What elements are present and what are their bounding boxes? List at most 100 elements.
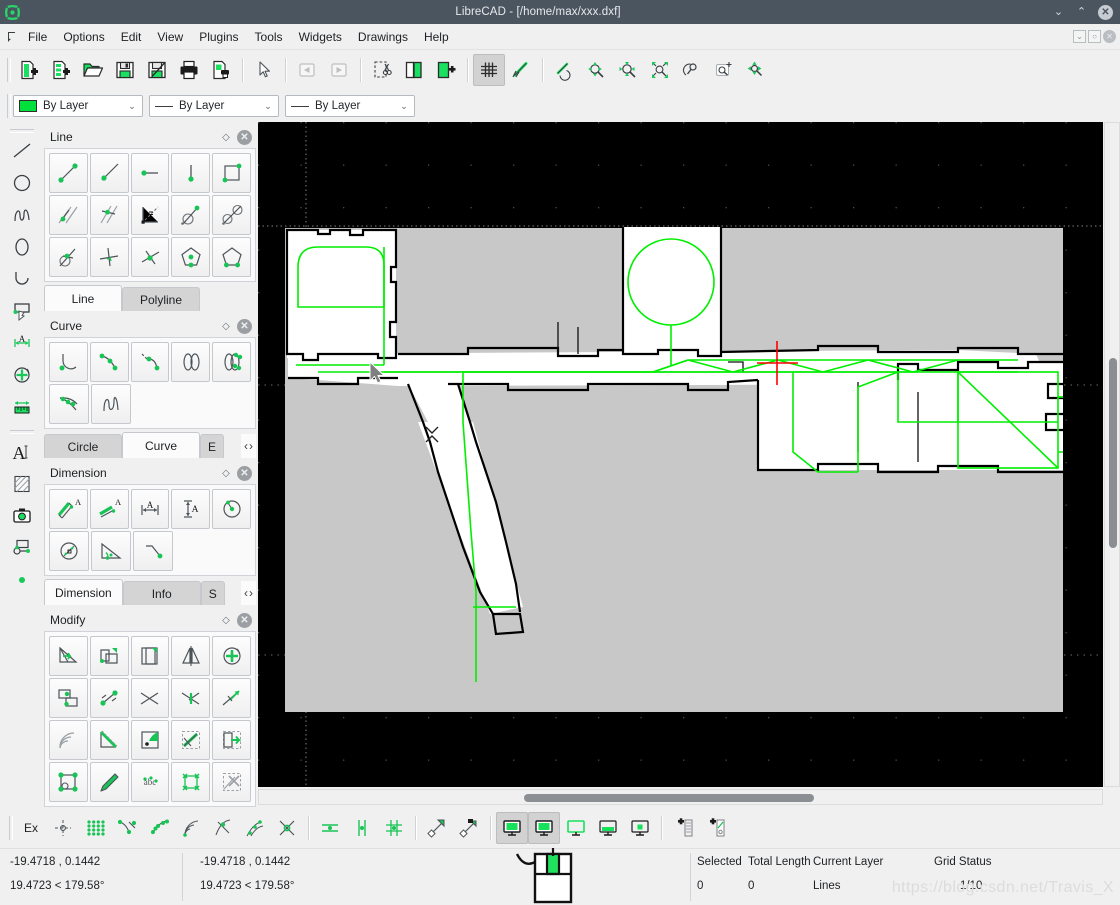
tab-polyline[interactable]: Polyline [122,287,200,311]
tab-nav-next-icon[interactable]: › [249,586,253,600]
dim-leader-icon[interactable] [133,531,173,571]
copy-button[interactable] [398,54,430,86]
snap-extension-button[interactable]: Ex [15,812,47,844]
zoom-pan-button[interactable] [740,54,772,86]
new-file-button[interactable] [13,54,45,86]
open-file-button[interactable] [77,54,109,86]
modify-pen-icon[interactable] [89,762,129,802]
chevron-down-icon[interactable]: ⌄ [396,101,412,112]
modify-block-points-icon[interactable] [171,762,211,802]
snap-endpoint-icon[interactable] [111,812,143,844]
float-diamond-icon[interactable]: ◇ [218,465,234,481]
close-icon[interactable]: ✕ [237,318,252,334]
modify-entity-points-icon[interactable] [49,762,88,802]
modify-trim-icon[interactable] [49,636,88,676]
modify-round-icon[interactable] [130,720,170,760]
tools-sidebar-grip[interactable] [9,427,35,436]
menu-item-view[interactable]: View [149,26,191,48]
close-button[interactable]: ✕ [1098,4,1113,20]
tab-circle[interactable]: Circle [44,434,122,458]
tools-sidebar-grip[interactable] [9,126,35,135]
zoom-auto-button[interactable] [644,54,676,86]
line-polygon-center-icon[interactable] [171,237,211,277]
spline-points-icon[interactable] [91,384,131,424]
close-icon[interactable]: ✕ [237,612,252,628]
line-vertical-icon[interactable] [171,153,211,193]
save-button[interactable] [109,54,141,86]
lock-relative-zero-icon[interactable] [453,812,485,844]
new-from-template-button[interactable] [45,54,77,86]
arc-center-points-icon[interactable] [49,342,88,382]
line-tangent-2circles-icon[interactable] [212,195,251,235]
menu-item-edit[interactable]: Edit [113,26,150,48]
tab-nav-prev-icon[interactable]: ‹ [244,439,248,453]
zoom-window-button[interactable] [708,54,740,86]
statusbar-toggle-icon[interactable] [496,812,528,844]
line-2points-icon[interactable] [49,153,88,193]
redo-button[interactable] [323,54,355,86]
polyline-tool-icon[interactable] [7,295,37,327]
dim-horizontal-icon[interactable]: A [130,489,170,529]
float-diamond-icon[interactable]: ◇ [218,129,234,145]
line-rectangle-icon[interactable] [212,153,251,193]
text-tool-icon[interactable]: A [7,436,37,468]
circle-tool-icon[interactable] [7,167,37,199]
zoom-out-button[interactable] [612,54,644,86]
snap-distance-icon[interactable] [239,812,271,844]
tab-nav-prev-icon[interactable]: ‹ [244,586,248,600]
horizontal-scrollbar[interactable] [258,789,1103,805]
dim-linear-icon[interactable]: A [89,489,129,529]
line-parallel-through-icon[interactable] [89,195,129,235]
layerlist-toggle-icon[interactable] [560,812,592,844]
modify-trim-two-icon[interactable] [130,678,170,718]
vertical-scrollbar[interactable] [1104,122,1120,787]
restrict-vertical-icon[interactable] [346,812,378,844]
dim-diametric-icon[interactable] [49,531,89,571]
arc-3points-icon[interactable] [89,342,129,382]
snap-on-entity-icon[interactable] [143,812,175,844]
line-tangent-point-icon[interactable] [171,195,211,235]
maximize-button[interactable]: ⌃ [1075,6,1088,19]
layer-color-combo[interactable]: By Layer ⌄ [13,95,143,117]
tab-dimension[interactable]: Dimension [44,579,123,605]
ellipse-tool-icon[interactable] [7,231,37,263]
print-preview-button[interactable] [205,54,237,86]
close-icon[interactable]: ✕ [237,129,252,145]
zoom-in-button[interactable] [580,54,612,86]
paste-button[interactable] [430,54,462,86]
dim-radial-icon[interactable] [212,489,251,529]
close-icon[interactable]: ✕ [237,465,252,481]
menu-item-help[interactable]: Help [416,26,457,48]
snap-middle-icon[interactable] [207,812,239,844]
block-tool-icon[interactable] [7,532,37,564]
restrict-orthogonal-icon[interactable] [378,812,410,844]
ellipse-arc-axis-icon[interactable] [171,342,211,382]
arc-tool-icon[interactable] [7,263,37,295]
cut-button[interactable] [366,54,398,86]
draft-mode-button[interactable] [505,54,537,86]
mdi-close-button[interactable]: ✕ [1103,30,1116,43]
ellipse-foci-point-icon[interactable] [212,342,251,382]
snap-center-icon[interactable] [175,812,207,844]
attribute-toolbar-grip[interactable] [4,93,13,119]
ellipse-inscribed-icon[interactable] [49,384,89,424]
modify-mirror-icon[interactable] [171,636,211,676]
line-bisector-icon[interactable] [130,195,170,235]
modify-explode-text-icon[interactable]: abc [130,762,170,802]
modify-lengthen-icon[interactable] [212,678,251,718]
tab-curve[interactable]: Curve [122,432,200,458]
menu-item-tools[interactable]: Tools [247,26,291,48]
minimize-button[interactable]: ⌄ [1052,6,1065,19]
cmdline-toggle-icon[interactable] [528,812,560,844]
save-as-button[interactable] [141,54,173,86]
modify-divide-icon[interactable] [171,678,211,718]
layer-linetype-combo[interactable]: By Layer ⌄ [285,95,415,117]
float-diamond-icon[interactable]: ◇ [218,612,234,628]
grid-toggle-button[interactable] [473,54,505,86]
menu-drag-handle-icon[interactable] [4,28,20,46]
tab-select[interactable]: S [200,581,225,605]
spline-tool-icon[interactable] [7,199,37,231]
modify-explode-icon[interactable] [212,720,251,760]
cad-canvas[interactable] [258,122,1103,787]
library-toggle-icon[interactable] [624,812,656,844]
